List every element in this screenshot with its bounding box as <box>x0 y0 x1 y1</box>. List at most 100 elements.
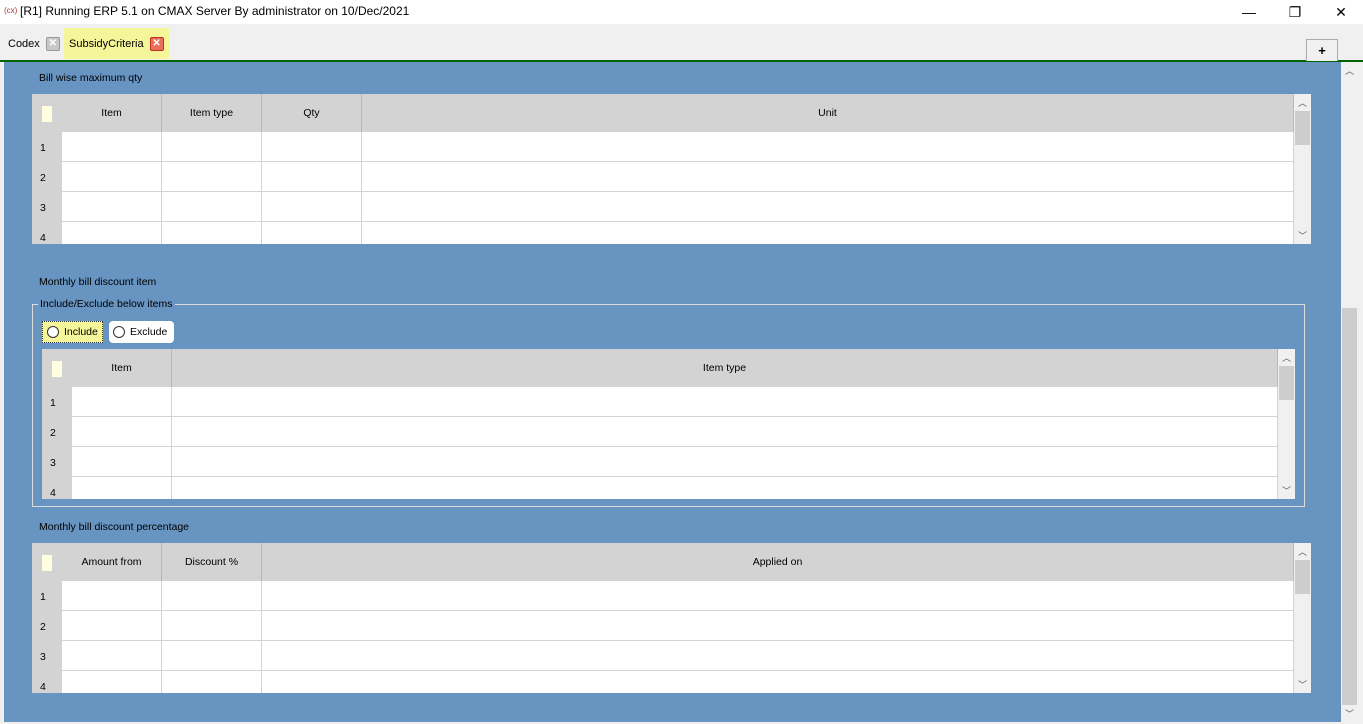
grid-cell[interactable] <box>162 611 262 641</box>
scroll-up-icon[interactable]: ︿ <box>1294 543 1311 560</box>
row-number[interactable]: 1 <box>32 132 62 162</box>
restore-button[interactable]: ❐ <box>1272 0 1318 24</box>
include-label: Include <box>64 326 98 338</box>
scroll-down-icon[interactable]: ﹀ <box>1341 705 1358 722</box>
scroll-down-icon[interactable]: ﹀ <box>1294 227 1311 244</box>
scroll-thumb[interactable] <box>1279 366 1294 400</box>
row-number[interactable]: 3 <box>32 192 62 222</box>
grid-cell[interactable] <box>62 222 162 244</box>
select-all-corner[interactable] <box>42 555 52 571</box>
scroll-down-icon[interactable]: ﹀ <box>1294 676 1311 693</box>
tab-codex[interactable]: Codex ✕ <box>3 28 65 59</box>
scroll-thumb[interactable] <box>1295 111 1310 145</box>
grid-cell[interactable] <box>72 477 172 499</box>
row-number[interactable]: 2 <box>32 162 62 192</box>
monthly-item-grid[interactable]: Item Item type 1 2 3 4 ︿ ﹀ <box>42 349 1295 499</box>
column-header[interactable]: Qty <box>262 94 362 132</box>
page-scrollbar[interactable]: ︿ ﹀ <box>1341 62 1358 722</box>
grid-cell[interactable] <box>262 162 362 192</box>
grid-scrollbar[interactable]: ︿ ﹀ <box>1278 349 1295 499</box>
row-number[interactable]: 3 <box>42 447 72 477</box>
include-radio[interactable]: Include <box>42 321 103 343</box>
new-tab-button[interactable]: + <box>1306 39 1338 61</box>
grid-cell[interactable] <box>362 132 1294 162</box>
column-header[interactable]: Item type <box>172 349 1278 387</box>
bill-wise-label: Bill wise maximum qty <box>39 72 143 84</box>
row-number[interactable]: 4 <box>32 222 62 244</box>
grid-scrollbar[interactable]: ︿ ﹀ <box>1294 543 1311 693</box>
group-title: Include/Exclude below items <box>38 298 175 310</box>
row-number[interactable]: 4 <box>42 477 72 499</box>
window-title: [R1] Running ERP 5.1 on CMAX Server By a… <box>20 4 410 18</box>
scroll-up-icon[interactable]: ︿ <box>1278 349 1295 366</box>
grid-cell[interactable] <box>72 387 172 417</box>
tab-label: SubsidyCriteria <box>69 37 144 50</box>
bill-wise-grid[interactable]: Item Item type Qty Unit 1 2 3 4 ︿ ﹀ <box>32 94 1311 244</box>
monthly-pct-grid[interactable]: Amount from Discount % Applied on 1 2 3 4 ︿ ﹀ <box>32 543 1311 693</box>
grid-cell[interactable] <box>162 132 262 162</box>
tab-subsidycriteria[interactable]: SubsidyCriteria ✕ <box>64 28 169 59</box>
grid-header: Item Item type Qty Unit <box>32 94 1294 132</box>
grid-header: Amount from Discount % Applied on <box>32 543 1294 581</box>
column-header[interactable]: Item type <box>162 94 262 132</box>
grid-cell[interactable] <box>62 132 162 162</box>
grid-cell[interactable] <box>62 162 162 192</box>
column-header[interactable]: Item <box>62 94 162 132</box>
exclude-radio[interactable]: Exclude <box>109 321 174 343</box>
row-number[interactable]: 2 <box>42 417 72 447</box>
column-header[interactable]: Amount from <box>62 543 162 581</box>
scroll-up-icon[interactable]: ︿ <box>1341 62 1358 79</box>
row-number[interactable]: 3 <box>32 641 62 671</box>
close-button[interactable]: ✕ <box>1318 0 1363 24</box>
grid-cell[interactable] <box>62 641 162 671</box>
column-header[interactable]: Unit <box>362 94 1294 132</box>
grid-cell[interactable] <box>72 417 172 447</box>
select-all-corner[interactable] <box>42 106 52 122</box>
grid-cell[interactable] <box>172 447 1278 477</box>
grid-cell[interactable] <box>262 671 1294 693</box>
grid-cell[interactable] <box>162 162 262 192</box>
grid-cell[interactable] <box>362 222 1294 244</box>
grid-cell[interactable] <box>362 192 1294 222</box>
grid-cell[interactable] <box>62 192 162 222</box>
grid-cell[interactable] <box>162 222 262 244</box>
row-number[interactable]: 4 <box>32 671 62 693</box>
grid-cell[interactable] <box>62 671 162 693</box>
grid-cell[interactable] <box>172 387 1278 417</box>
column-header[interactable]: Discount % <box>162 543 262 581</box>
grid-cell[interactable] <box>162 192 262 222</box>
grid-cell[interactable] <box>362 162 1294 192</box>
grid-cell[interactable] <box>262 132 362 162</box>
grid-cell[interactable] <box>62 611 162 641</box>
scroll-up-icon[interactable]: ︿ <box>1294 94 1311 111</box>
scroll-thumb[interactable] <box>1295 560 1310 594</box>
scroll-thumb[interactable] <box>1342 308 1357 705</box>
column-header[interactable]: Applied on <box>262 543 1294 581</box>
grid-cell[interactable] <box>162 581 262 611</box>
select-all-corner[interactable] <box>52 361 62 377</box>
grid-cell[interactable] <box>262 192 362 222</box>
close-icon[interactable]: ✕ <box>149 36 164 51</box>
grid-cell[interactable] <box>72 447 172 477</box>
grid-cell[interactable] <box>172 477 1278 499</box>
grid-cell[interactable] <box>262 222 362 244</box>
grid-cell[interactable] <box>162 641 262 671</box>
grid-scrollbar[interactable]: ︿ ﹀ <box>1294 94 1311 244</box>
row-number[interactable]: 2 <box>32 611 62 641</box>
column-header[interactable]: Item <box>72 349 172 387</box>
tab-bar <box>0 24 1363 62</box>
close-icon[interactable]: ✕ <box>45 36 60 51</box>
grid-cell[interactable] <box>162 671 262 693</box>
scroll-down-icon[interactable]: ﹀ <box>1278 482 1295 499</box>
row-number[interactable]: 1 <box>32 581 62 611</box>
exclude-label: Exclude <box>130 326 168 338</box>
minimize-button[interactable]: — <box>1226 0 1272 24</box>
row-number[interactable]: 1 <box>42 387 72 417</box>
monthly-pct-label: Monthly bill discount percentage <box>39 521 190 533</box>
title-bar: (cx) [R1] Running ERP 5.1 on CMAX Server… <box>0 0 1363 24</box>
grid-cell[interactable] <box>62 581 162 611</box>
grid-cell[interactable] <box>262 641 1294 671</box>
grid-cell[interactable] <box>262 611 1294 641</box>
grid-cell[interactable] <box>172 417 1278 447</box>
grid-cell[interactable] <box>262 581 1294 611</box>
